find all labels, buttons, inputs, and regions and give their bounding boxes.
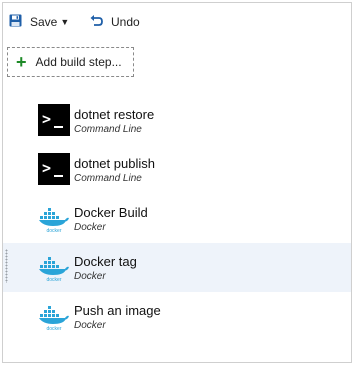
plus-icon: +	[16, 52, 27, 72]
save-icon	[9, 14, 22, 30]
step-name: dotnet restore	[74, 107, 155, 122]
step-name: dotnet publish	[74, 156, 155, 171]
undo-button[interactable]: Undo	[89, 13, 140, 31]
build-step-dotnet-publish[interactable]: > dotnet publish Command Line	[3, 145, 351, 194]
svg-text:docker: docker	[46, 326, 61, 332]
build-step-docker-build[interactable]: docker Docker Build Docker	[3, 194, 351, 243]
command-line-icon: >	[38, 153, 70, 185]
step-type: Docker	[74, 222, 106, 233]
save-button[interactable]: Save ▼	[9, 13, 69, 31]
command-line-icon: >	[38, 104, 70, 136]
step-type: Docker	[74, 271, 106, 282]
undo-label: Undo	[111, 15, 140, 29]
docker-icon: docker	[38, 251, 70, 283]
step-name: Push an image	[74, 303, 161, 318]
chevron-down-icon[interactable]: ▼	[60, 17, 69, 27]
step-type: Command Line	[74, 124, 142, 135]
step-name: Docker Build	[74, 205, 148, 220]
build-step-list: > dotnet restore Command Line > dotnet p…	[3, 96, 351, 341]
build-step-docker-tag[interactable]: docker Docker tag Docker	[3, 243, 351, 292]
undo-icon	[89, 14, 103, 31]
build-step-dotnet-restore[interactable]: > dotnet restore Command Line	[3, 96, 351, 145]
step-name: Docker tag	[74, 254, 137, 269]
docker-icon: docker	[38, 300, 70, 332]
add-build-step-label: Add build step...	[35, 55, 122, 69]
drag-handle[interactable]	[5, 249, 8, 283]
svg-text:docker: docker	[46, 228, 61, 234]
docker-icon: docker	[38, 202, 70, 234]
step-type: Command Line	[74, 173, 142, 184]
step-type: Docker	[74, 320, 106, 331]
svg-text:docker: docker	[46, 277, 61, 283]
build-definition-panel: Save ▼ Undo + Add build step... > dotnet…	[2, 2, 352, 363]
toolbar: Save ▼ Undo	[3, 3, 351, 39]
build-step-push-an-image[interactable]: docker Push an image Docker	[3, 292, 351, 341]
add-build-step-button[interactable]: + Add build step...	[7, 47, 134, 77]
save-label: Save	[30, 15, 58, 29]
